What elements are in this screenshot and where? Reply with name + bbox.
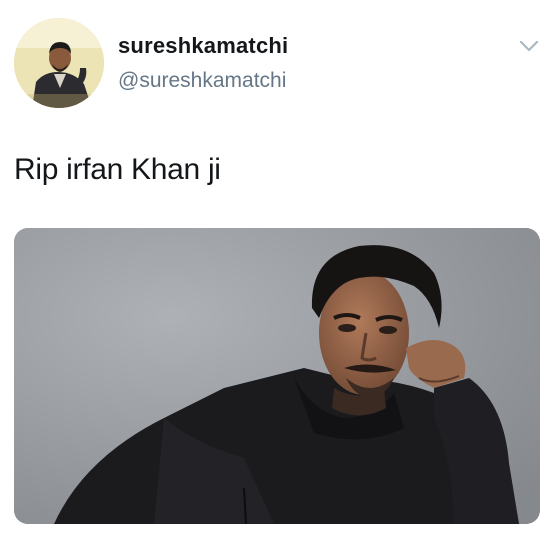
display-name[interactable]: sureshkamatchi [118,33,288,59]
portrait-photo [14,228,540,524]
tweet-card: sureshkamatchi @sureshkamatchi Rip irfan… [0,0,550,550]
avatar[interactable] [14,18,104,108]
tweet-text: Rip irfan Khan ji [14,153,221,186]
tweet-media-photo[interactable] [14,228,540,524]
avatar-photo [14,18,104,108]
chevron-down-icon[interactable] [518,38,540,54]
user-handle[interactable]: @sureshkamatchi [118,69,286,93]
